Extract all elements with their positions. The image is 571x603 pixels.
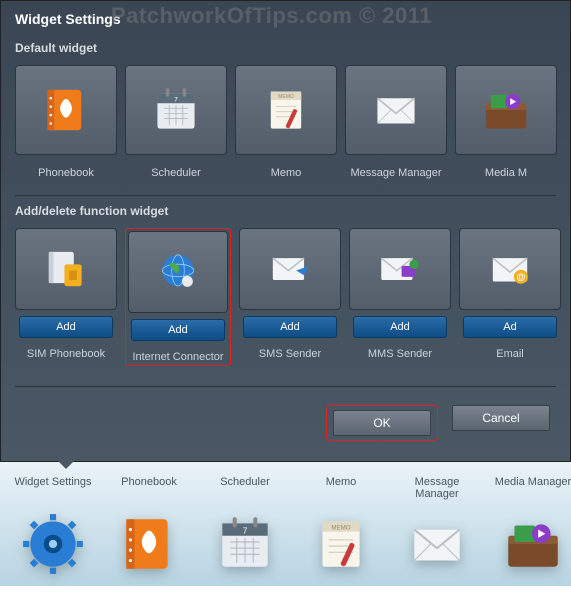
default-widget-labels: Phonebook Scheduler Memo Message Manager Med… xyxy=(1,163,570,193)
func-widget-label: Add/delete function widget xyxy=(1,196,570,228)
default-widget-label: Phonebook xyxy=(15,167,117,179)
func-widget-tile: @ Ad Email xyxy=(459,228,561,366)
phonebook-icon xyxy=(115,510,183,578)
dialog-footer: OK Cancel xyxy=(1,387,570,461)
default-widget-tile[interactable]: MEMO xyxy=(235,65,337,155)
default-widget-tile[interactable] xyxy=(345,65,447,155)
default-widget-tile[interactable] xyxy=(15,65,117,155)
media-icon xyxy=(477,81,535,139)
default-widget-label: Media M xyxy=(455,167,557,179)
dock-item[interactable]: Widget Settings xyxy=(8,476,98,578)
svg-text:7: 7 xyxy=(243,527,248,536)
svg-text:MEMO: MEMO xyxy=(278,94,294,100)
dock-item[interactable]: Media Manager xyxy=(488,476,571,578)
dock-item-label: Message Manager xyxy=(392,476,482,504)
svg-text:MEMO: MEMO xyxy=(331,525,350,532)
default-widget-label: Message Manager xyxy=(345,167,447,179)
default-widget-tile[interactable]: 7 xyxy=(125,65,227,155)
add-button[interactable]: Add xyxy=(131,319,225,341)
add-button[interactable]: Add xyxy=(19,316,113,338)
dock-item-label: Media Manager xyxy=(495,476,571,504)
dock: Widget Settings Phonebook Scheduler 7 Me… xyxy=(0,462,571,586)
ok-button[interactable]: OK xyxy=(333,410,431,436)
add-button[interactable]: Ad xyxy=(463,316,557,338)
dock-item-label: Scheduler xyxy=(220,476,270,504)
add-button[interactable]: Add xyxy=(353,316,447,338)
dock-item-label: Widget Settings xyxy=(14,476,91,504)
dock-item-label: Memo xyxy=(326,476,357,504)
sms-icon xyxy=(265,244,315,294)
dock-item-label: Phonebook xyxy=(121,476,177,504)
ok-highlight: OK xyxy=(326,405,438,441)
dialog-pointer xyxy=(57,460,75,469)
envelope-icon xyxy=(403,510,471,578)
mms-icon xyxy=(375,244,425,294)
cancel-button[interactable]: Cancel xyxy=(452,405,550,431)
func-widget-tile: Add SMS Sender xyxy=(239,228,341,366)
memo-icon: MEMO xyxy=(257,81,315,139)
func-widget-box[interactable]: @ xyxy=(459,228,561,310)
calendar-icon: 7 xyxy=(211,510,279,578)
func-widget-tile: Add SIM Phonebook xyxy=(15,228,117,366)
gear-icon xyxy=(19,510,87,578)
add-button[interactable]: Add xyxy=(243,316,337,338)
func-widget-tile: Add MMS Sender xyxy=(349,228,451,366)
default-widget-label: Scheduler xyxy=(125,167,227,179)
default-widget-label: Memo xyxy=(235,167,337,179)
func-widget-label: Internet Connector xyxy=(132,351,223,363)
default-widget-tile[interactable] xyxy=(455,65,557,155)
sim-phonebook-icon xyxy=(41,244,91,294)
func-widget-label: SMS Sender xyxy=(259,348,321,360)
phonebook-icon xyxy=(37,81,95,139)
envelope-icon xyxy=(367,81,425,139)
dock-item[interactable]: Phonebook xyxy=(104,476,194,578)
func-widget-box[interactable] xyxy=(15,228,117,310)
func-widget-label: Email xyxy=(496,348,524,360)
svg-text:7: 7 xyxy=(174,97,178,104)
default-widget-label: Default widget xyxy=(1,33,570,65)
default-widget-row: 7 MEMO xyxy=(1,65,570,163)
func-widget-box[interactable] xyxy=(239,228,341,310)
highlight-box: Add Internet Connector xyxy=(125,228,231,366)
media-icon xyxy=(499,510,567,578)
func-widget-box[interactable] xyxy=(349,228,451,310)
func-widget-label: MMS Sender xyxy=(368,348,432,360)
memo-icon: MEMO xyxy=(307,510,375,578)
dock-item[interactable]: Scheduler 7 xyxy=(200,476,290,578)
globe-icon xyxy=(153,247,203,297)
func-widget-row: Add SIM Phonebook Add Internet Connector… xyxy=(1,228,570,384)
dock-item[interactable]: Memo MEMO xyxy=(296,476,386,578)
widget-settings-dialog: Widget Settings PatchworkOfTips.com © 20… xyxy=(0,0,571,462)
func-widget-label: SIM Phonebook xyxy=(27,348,105,360)
func-widget-box[interactable] xyxy=(128,231,228,313)
dialog-title: Widget Settings xyxy=(1,1,570,33)
email-icon: @ xyxy=(485,244,535,294)
calendar-icon: 7 xyxy=(147,81,205,139)
func-widget-tile: Add Internet Connector xyxy=(128,231,228,363)
dock-item[interactable]: Message Manager xyxy=(392,476,482,578)
svg-text:@: @ xyxy=(516,272,525,282)
